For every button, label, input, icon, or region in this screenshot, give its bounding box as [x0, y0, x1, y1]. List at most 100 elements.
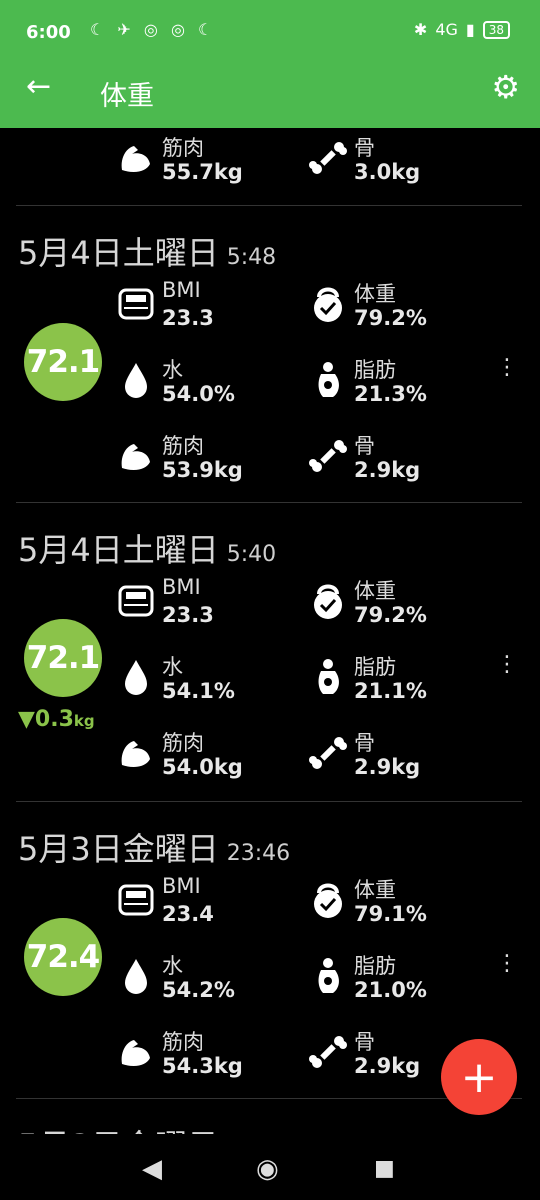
back-arrow-icon[interactable]: ← — [26, 72, 51, 102]
body-fat-icon — [318, 958, 339, 993]
weight-label: 体重 — [354, 579, 396, 603]
bone-icon — [309, 142, 347, 174]
muscle-label: 筋肉 — [162, 136, 204, 160]
weight-change-indicator: ▼0.3kg — [18, 707, 95, 732]
muscle-arm-icon — [121, 1040, 150, 1066]
bmi-label: BMI — [162, 278, 201, 302]
weight-metric: 体重 79.2% — [308, 575, 508, 635]
bmi-value: 23.3 — [162, 603, 214, 627]
nav-back-icon[interactable]: ◀ — [142, 1154, 162, 1184]
water-label: 水 — [162, 358, 183, 382]
score-badge: 72.1 — [24, 619, 102, 697]
body-fat-icon — [318, 659, 339, 694]
weight-metric: 体重 79.1% — [308, 874, 508, 934]
entry-date-text: 5月3日金曜日 — [18, 830, 219, 868]
weight-value: 79.2% — [354, 603, 427, 627]
list-item-entry-1[interactable]: 5月4日土曜日 5:48 72.1 BMI 23.3 体重 79.2% 水 54.… — [0, 206, 540, 502]
muscle-label: 筋肉 — [162, 1030, 204, 1054]
bmi-label: BMI — [162, 874, 201, 898]
muscle-metric: 筋肉 54.3kg — [116, 1026, 316, 1086]
muscle-value: 54.3kg — [162, 1054, 243, 1078]
fat-value: 21.1% — [354, 679, 427, 703]
bone-label: 骨 — [354, 434, 375, 458]
fat-label: 脂肪 — [354, 655, 396, 679]
bone-metric: 骨 2.9kg — [308, 727, 508, 787]
muscle-value: 55.7kg — [162, 160, 243, 184]
entry-date: 5月3日金曜日 23:46 — [18, 824, 290, 870]
weight-change-value: ▼0.3 — [18, 707, 74, 732]
bmi-metric: BMI 23.4 — [116, 874, 316, 934]
score-badge: 72.4 — [24, 918, 102, 996]
nav-home-icon[interactable]: ◉ — [256, 1154, 279, 1184]
entry-date: 5月3日金曜日 — [18, 1121, 219, 1134]
muscle-metric: 筋肉 53.9kg — [116, 430, 316, 490]
bone-icon — [309, 440, 347, 472]
fat-metric: 脂肪 21.0% — [308, 950, 508, 1010]
muscle-label: 筋肉 — [162, 731, 204, 755]
kettlebell-icon — [314, 287, 342, 322]
water-drop-icon — [125, 959, 147, 994]
nav-recents-icon[interactable]: ■ — [374, 1156, 395, 1181]
bone-label: 骨 — [354, 731, 375, 755]
scale-icon — [118, 884, 154, 916]
status-bar: 6:00 ☾ ✈ ◎ ◎ ☾ ✱ 4G ▮ 38 — [0, 0, 540, 52]
water-label: 水 — [162, 655, 183, 679]
water-drop-icon — [125, 363, 147, 398]
fat-metric: 脂肪 21.1% — [308, 651, 508, 711]
entry-date: 5月4日土曜日 5:40 — [18, 525, 276, 571]
settings-gear-icon[interactable]: ⚙ — [491, 68, 520, 106]
add-entry-button[interactable]: + — [441, 1039, 517, 1115]
muscle-value: 54.0kg — [162, 755, 243, 779]
more-options-icon[interactable]: ⋮ — [496, 357, 518, 379]
more-options-icon[interactable]: ⋮ — [496, 654, 518, 676]
fat-metric: 脂肪 21.3% — [308, 354, 508, 414]
network-label: 4G — [435, 20, 458, 39]
bmi-value: 23.3 — [162, 306, 214, 330]
water-metric: 水 54.1% — [116, 651, 316, 711]
weight-history-list[interactable]: 筋肉 55.7kg 骨 3.0kg 5月4日土曜日 5:48 72.1 BMI 2… — [0, 128, 540, 1134]
muscle-value: 53.9kg — [162, 458, 243, 482]
water-drop-icon — [125, 660, 147, 695]
body-fat-icon — [318, 362, 339, 397]
muscle-metric: 筋肉 55.7kg — [116, 132, 316, 192]
bmi-label: BMI — [162, 575, 201, 599]
fat-label: 脂肪 — [354, 954, 396, 978]
muscle-metric: 筋肉 54.0kg — [116, 727, 316, 787]
bone-label: 骨 — [354, 136, 375, 160]
water-value: 54.1% — [162, 679, 235, 703]
water-value: 54.2% — [162, 978, 235, 1002]
entry-date-text: 5月4日土曜日 — [18, 234, 219, 272]
water-label: 水 — [162, 954, 183, 978]
app-bar: ← 体重 ⚙ — [0, 52, 540, 128]
bone-value: 2.9kg — [354, 755, 421, 779]
scale-icon — [118, 585, 154, 617]
fat-value: 21.0% — [354, 978, 427, 1002]
bone-icon — [309, 737, 347, 769]
bone-value: 3.0kg — [354, 160, 421, 184]
fat-label: 脂肪 — [354, 358, 396, 382]
muscle-arm-icon — [121, 444, 150, 470]
bluetooth-icon: ✱ — [413, 20, 428, 39]
entry-date-text: 5月4日土曜日 — [18, 531, 219, 569]
muscle-label: 筋肉 — [162, 434, 204, 458]
kettlebell-icon — [314, 883, 342, 918]
weight-label: 体重 — [354, 878, 396, 902]
weight-value: 79.1% — [354, 902, 427, 926]
entry-time: 5:40 — [226, 542, 277, 567]
weight-change-unit: kg — [73, 712, 95, 730]
more-options-icon[interactable]: ⋮ — [496, 953, 518, 975]
bone-icon — [309, 1036, 347, 1068]
entry-time: 23:46 — [226, 841, 291, 866]
battery-icon: 38 — [482, 20, 510, 39]
muscle-arm-icon — [121, 146, 150, 172]
status-icons: ☾ ✈ ◎ ◎ ☾ — [90, 20, 217, 39]
entry-time: 5:48 — [226, 245, 277, 270]
water-metric: 水 54.0% — [116, 354, 316, 414]
weight-value: 79.2% — [354, 306, 427, 330]
bone-value: 2.9kg — [354, 1054, 421, 1078]
list-item-entry-2[interactable]: 5月4日土曜日 5:40 72.1 ▼0.3kg BMI 23.3 体重 79.2… — [0, 503, 540, 801]
score-badge: 72.1 — [24, 323, 102, 401]
entry-date: 5月4日土曜日 5:48 — [18, 228, 276, 274]
bone-metric: 骨 2.9kg — [308, 430, 508, 490]
signal-icon: ▮ — [465, 20, 475, 39]
